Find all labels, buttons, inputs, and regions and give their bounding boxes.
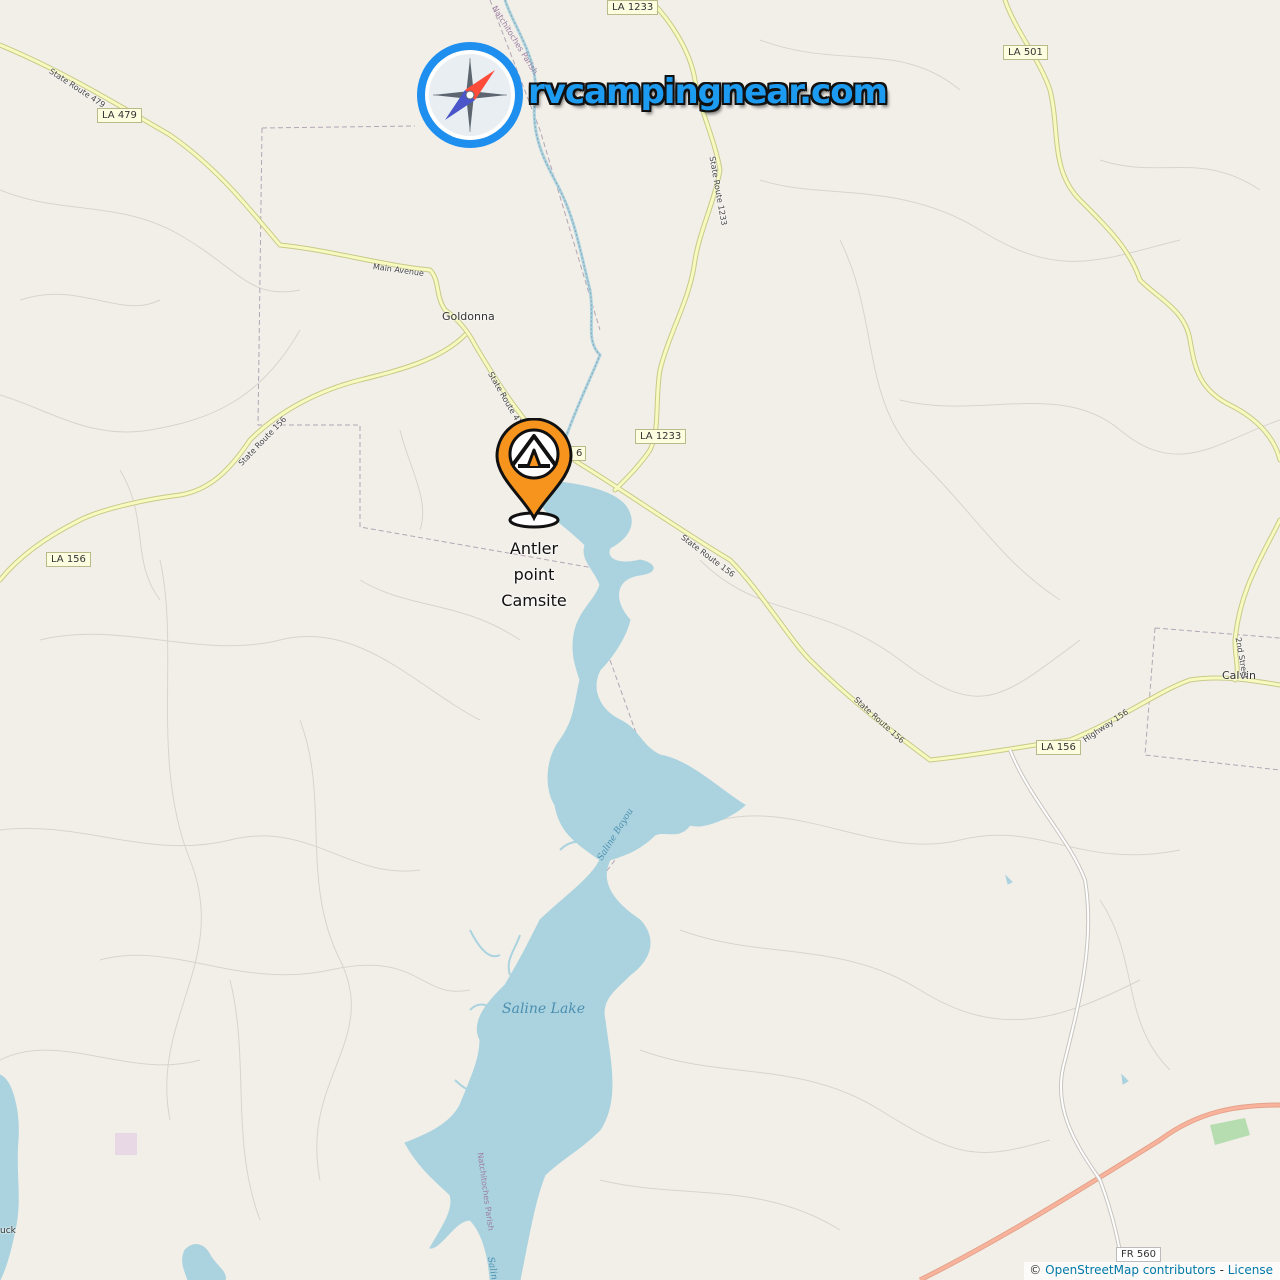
road-shield-la156-west: LA 156 [46, 552, 91, 567]
attribution-separator: - [1219, 1263, 1224, 1277]
road-shield-la1233-mid: LA 1233 [635, 429, 687, 444]
campsite-label-line: point [513, 565, 555, 584]
map-view[interactable]: Goldonna Calvin LA 479 LA 1233 LA 1233 L… [0, 0, 1280, 1280]
road-shield-la479: LA 479 [97, 108, 142, 123]
road-shield-la1233-top: LA 1233 [607, 0, 659, 15]
road-shield-la156-east: LA 156 [1036, 740, 1081, 755]
attribution: © OpenStreetMap contributors - License [1024, 1262, 1280, 1280]
campsite-marker[interactable] [494, 418, 574, 532]
place-label-goldonna: Goldonna [442, 310, 495, 323]
compass-icon [417, 42, 523, 148]
osm-link[interactable]: OpenStreetMap contributors [1045, 1263, 1216, 1277]
tent-icon [508, 428, 560, 480]
license-link[interactable]: License [1228, 1263, 1273, 1277]
water-label-saline-lake: Saline Lake [502, 1001, 586, 1017]
road-shield-fr560: FR 560 [1116, 1247, 1161, 1262]
campsite-label-line: Antler [509, 539, 559, 558]
campsite-label-line: Camsite [501, 591, 567, 610]
copyright-symbol: © [1029, 1263, 1042, 1277]
campsite-label: Antler point Camsite [494, 536, 574, 614]
road-shield-la501: LA 501 [1003, 45, 1048, 60]
place-label-partial-left: uck [0, 1226, 16, 1236]
brand-name: rvcampingnear.com [528, 72, 888, 112]
map-tiles [0, 0, 1280, 1280]
